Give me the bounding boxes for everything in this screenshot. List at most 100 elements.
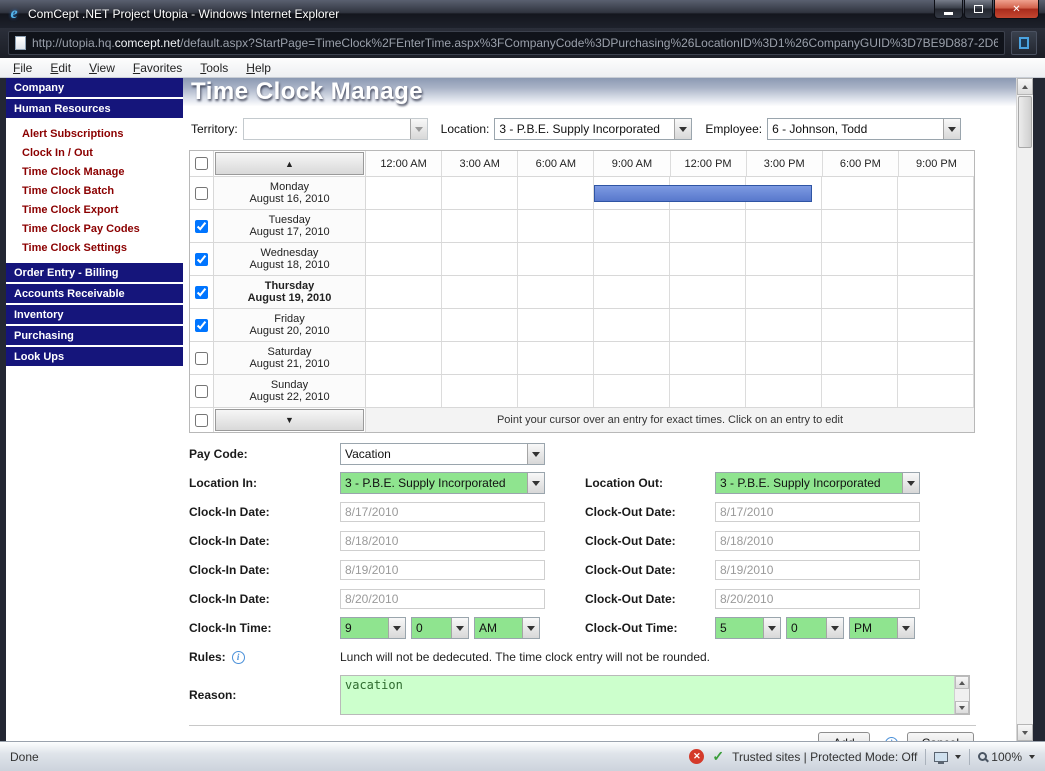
clock-in-date-input-4[interactable]	[340, 589, 545, 609]
maximize-icon	[974, 5, 983, 13]
location-select[interactable]: 3 - P.B.E. Supply Incorporated	[494, 118, 692, 140]
clock-in-ampm-select[interactable]: AM	[474, 617, 540, 639]
sidebar-section-order-entry-billing[interactable]: Order Entry - Billing	[6, 263, 183, 282]
menu-file[interactable]: File	[4, 59, 41, 77]
zoom-control[interactable]: 100%	[978, 750, 1035, 764]
location-label: Location:	[441, 122, 490, 136]
timeline-sunday[interactable]	[366, 375, 974, 407]
clock-in-hour-select[interactable]: 9	[340, 617, 406, 639]
sidebar-item-time-clock-settings[interactable]: Time Clock Settings	[6, 238, 183, 257]
clock-in-date-input-2[interactable]	[340, 531, 545, 551]
location-out-select[interactable]: 3 - P.B.E. Supply Incorporated	[715, 472, 920, 494]
scrollbar-thumb[interactable]	[1018, 96, 1032, 148]
filter-row: Territory: Location: 3 - P.B.E. Supply I…	[191, 118, 976, 140]
location-in-select[interactable]: 3 - P.B.E. Supply Incorporated	[340, 472, 545, 494]
address-input[interactable]: http://utopia.hq.comcept.net/default.asp…	[8, 31, 1005, 55]
location-value: 3 - P.B.E. Supply Incorporated	[495, 119, 674, 139]
sidebar-section-purchasing[interactable]: Purchasing	[6, 326, 183, 345]
clock-in-date-input-3[interactable]	[340, 560, 545, 580]
timeline-thursday[interactable]	[366, 276, 974, 308]
body: Company Human Resources Alert Subscripti…	[0, 78, 1045, 741]
clock-out-date-input-3[interactable]	[715, 560, 920, 580]
reason-scroll-down-button[interactable]	[955, 701, 969, 714]
timeline-tuesday[interactable]	[366, 210, 974, 242]
sidebar-section-look-ups[interactable]: Look Ups	[6, 347, 183, 366]
pay-code-select[interactable]: Vacation	[340, 443, 545, 465]
scrollbar-up-button[interactable]	[1017, 78, 1033, 95]
timeline-wednesday[interactable]	[366, 243, 974, 275]
vertical-scrollbar[interactable]	[1016, 78, 1033, 741]
sidebar-section-human-resources[interactable]: Human Resources	[6, 99, 183, 118]
sidebar-section-accounts-receivable[interactable]: Accounts Receivable	[6, 284, 183, 303]
close-button[interactable]: ✕	[994, 0, 1039, 19]
clock-in-date-input-1[interactable]	[340, 502, 545, 522]
day-checkbox-tuesday[interactable]	[195, 220, 208, 233]
url-text: http://utopia.hq.comcept.net/default.asp…	[32, 36, 998, 50]
timeline-saturday[interactable]	[366, 342, 974, 374]
menu-view[interactable]: View	[80, 59, 124, 77]
triangle-down-icon	[959, 706, 965, 710]
sidebar-item-time-clock-manage[interactable]: Time Clock Manage	[6, 162, 183, 181]
calendar-footer-row: ▼ Point your cursor over an entry for ex…	[190, 408, 974, 432]
url-domain: comcept.net	[115, 36, 180, 50]
url-path: /default.aspx?StartPage=TimeClock%2FEnte…	[180, 36, 998, 50]
territory-select[interactable]	[243, 118, 428, 140]
timeline-friday[interactable]	[366, 309, 974, 341]
clock-in-minute-select[interactable]: 0	[411, 617, 469, 639]
day-checkbox-monday[interactable]	[195, 187, 208, 200]
sidebar-section-inventory[interactable]: Inventory	[6, 305, 183, 324]
rules-label-group: Rules: i	[189, 650, 340, 664]
employee-select[interactable]: 6 - Johnson, Todd	[767, 118, 961, 140]
day-name: Monday	[270, 181, 309, 193]
day-checkbox-thursday[interactable]	[195, 286, 208, 299]
sidebar-item-time-clock-batch[interactable]: Time Clock Batch	[6, 181, 183, 200]
day-row-saturday: SaturdayAugust 21, 2010	[190, 342, 974, 375]
clock-out-minute-select[interactable]: 0	[786, 617, 844, 639]
reason-scrollbar[interactable]	[954, 676, 969, 714]
clock-out-date-input-2[interactable]	[715, 531, 920, 551]
scrollbar-track[interactable]	[1017, 149, 1033, 724]
rules-info-icon[interactable]: i	[232, 651, 245, 664]
address-action-button[interactable]	[1011, 31, 1037, 55]
scrollbar-down-button[interactable]	[1017, 724, 1033, 741]
reason-textarea[interactable]: vacation	[341, 676, 954, 714]
window-controls: ✕	[934, 0, 1039, 19]
menu-favorites[interactable]: Favorites	[124, 59, 191, 77]
minimize-button[interactable]	[934, 0, 963, 19]
day-checkbox-wednesday[interactable]	[195, 253, 208, 266]
monitor-icon	[934, 752, 948, 762]
menu-tools[interactable]: Tools	[191, 59, 237, 77]
add-button[interactable]: Add	[818, 732, 869, 741]
clock-out-date-input-4[interactable]	[715, 589, 920, 609]
day-row-wednesday: WednesdayAugust 18, 2010	[190, 243, 974, 276]
clock-in-ampm-value: AM	[475, 618, 522, 638]
scroll-down-icon: ▼	[285, 415, 294, 425]
select-all-checkbox[interactable]	[195, 157, 208, 170]
timeline-monday[interactable]	[366, 177, 974, 209]
clock-out-hour-select[interactable]: 5	[715, 617, 781, 639]
sidebar-item-alert-subscriptions[interactable]: Alert Subscriptions	[6, 124, 183, 143]
location-out-label: Location Out:	[585, 476, 715, 490]
clock-out-ampm-select[interactable]: PM	[849, 617, 915, 639]
add-info-icon[interactable]: i	[885, 737, 898, 742]
sidebar-item-time-clock-pay-codes[interactable]: Time Clock Pay Codes	[6, 219, 183, 238]
scroll-up-button[interactable]: ▲	[215, 152, 364, 175]
cancel-button[interactable]: Cancel	[907, 732, 974, 741]
day-checkbox-friday[interactable]	[195, 319, 208, 332]
menu-help[interactable]: Help	[237, 59, 280, 77]
clock-in-date-label-2: Clock-In Date:	[189, 534, 340, 548]
sidebar-item-time-clock-export[interactable]: Time Clock Export	[6, 200, 183, 219]
time-entry-bar[interactable]	[594, 185, 812, 202]
security-zone-text[interactable]: Trusted sites | Protected Mode: Off	[732, 750, 917, 764]
maximize-button[interactable]	[964, 0, 993, 19]
page-menu-button[interactable]	[934, 752, 961, 762]
sidebar-section-company[interactable]: Company	[6, 78, 183, 97]
footer-checkbox[interactable]	[195, 414, 208, 427]
scroll-down-button[interactable]: ▼	[215, 409, 364, 431]
reason-scroll-up-button[interactable]	[955, 676, 969, 689]
menu-edit[interactable]: Edit	[41, 59, 80, 77]
day-checkbox-saturday[interactable]	[195, 352, 208, 365]
sidebar-item-clock-in-out[interactable]: Clock In / Out	[6, 143, 183, 162]
day-checkbox-sunday[interactable]	[195, 385, 208, 398]
clock-out-date-input-1[interactable]	[715, 502, 920, 522]
